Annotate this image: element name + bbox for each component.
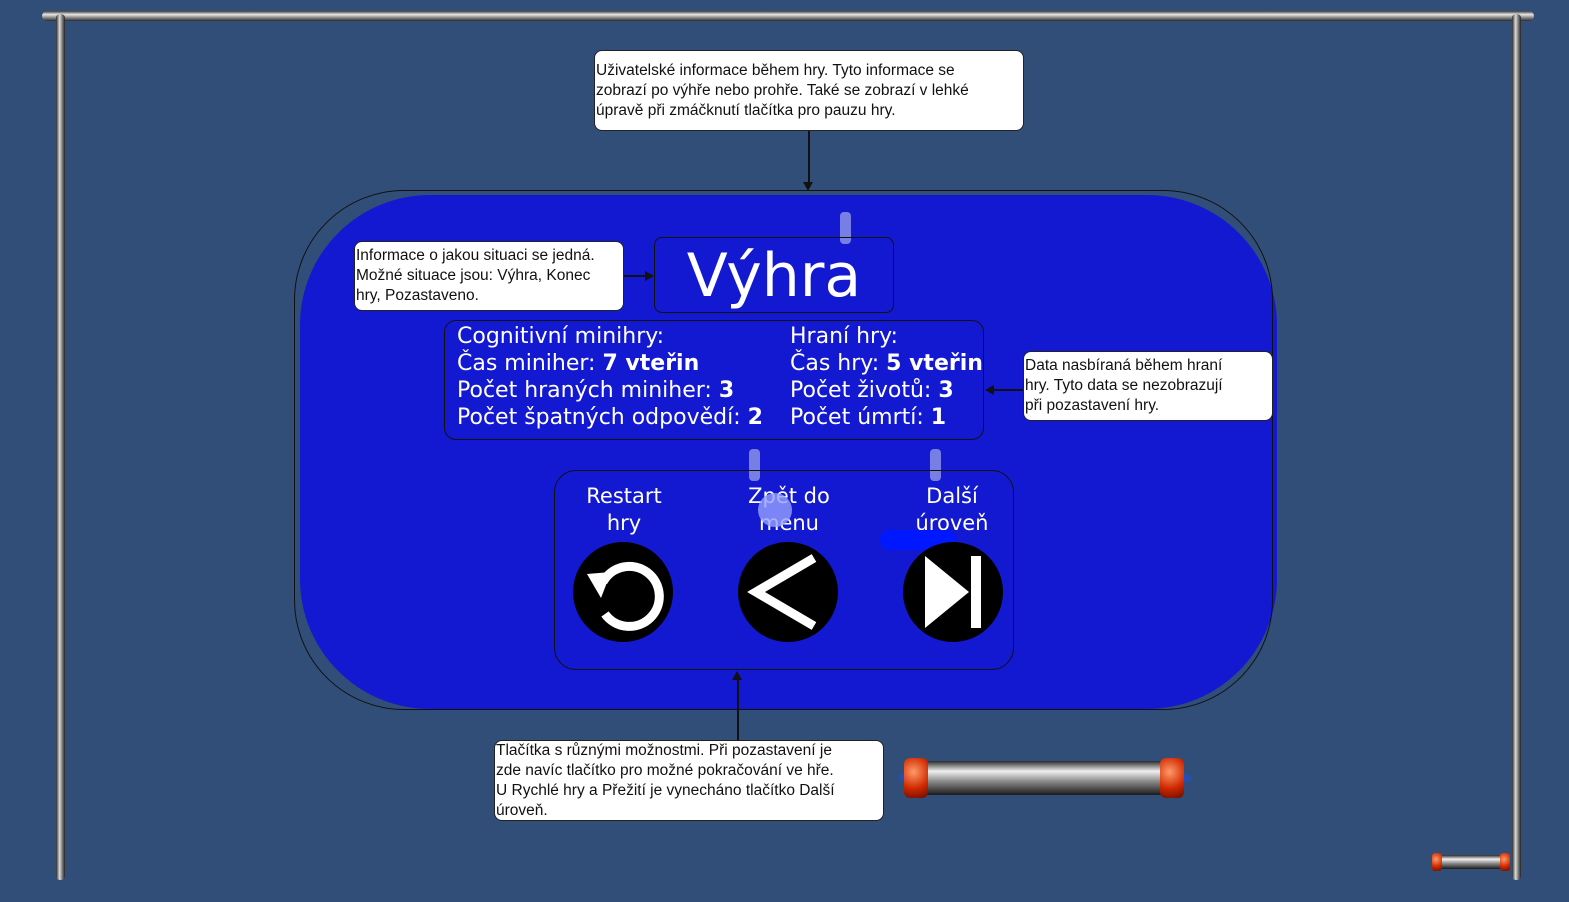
restart-icon (587, 561, 664, 631)
arrow-right-head (985, 385, 994, 395)
note-right: Data nasbíraná během hraní hry. Tyto dat… (1023, 351, 1273, 421)
stat-label: Čas miniher: (457, 351, 596, 376)
frame-pipe-top (42, 11, 1534, 21)
note-bottom-line: U Rychlé hry a Přežití je vynecháno tlač… (496, 782, 835, 799)
next-level-button[interactable] (903, 542, 1003, 642)
stat-value: 2 (747, 405, 763, 430)
status-title: Výhra (654, 237, 894, 313)
back-to-menu-button[interactable] (738, 542, 838, 642)
arrow-bottom-head (732, 671, 742, 680)
note-right-line: Data nasbíraná během hraní (1025, 357, 1223, 374)
stat-value: 5 vteřin (886, 351, 983, 376)
note-left-line: Informace o jakou situaci se jedná. (356, 247, 595, 264)
minigames-stats: Cognitivní minihry: Čas miniher: 7 vteři… (457, 323, 763, 431)
game-deaths: Počet úmrtí: 1 (790, 404, 983, 431)
skip-next-icon (925, 556, 981, 628)
minigames-heading: Cognitivní minihry: (457, 324, 665, 349)
stat-value: 7 vteřin (602, 351, 700, 376)
arrow-right (993, 389, 1023, 391)
stat-label: Čas hry: (790, 351, 880, 376)
frame-pipe-left (56, 14, 65, 880)
note-left-line: Možné situace jsou: Výhra, Konec (356, 267, 591, 284)
game-heading: Hraní hry: (790, 324, 898, 349)
note-bottom: Tlačítka s různými možnostmi. Při pozast… (494, 740, 884, 821)
arrow-top (808, 131, 810, 183)
note-right-line: hry. Tyto data se nezobrazují (1025, 377, 1223, 394)
note-top-line: zobrazí po výhře nebo prohře. Také se zo… (596, 82, 969, 99)
minigames-played: Počet hraných miniher: 3 (457, 377, 763, 404)
arrow-bottom (737, 680, 739, 740)
note-left: Informace o jakou situaci se jedná. Možn… (354, 241, 624, 311)
game-lives: Počet životů: 3 (790, 377, 983, 404)
note-bottom-line: zde navíc tlačítko pro možné pokračování… (496, 762, 834, 779)
stat-value: 3 (718, 378, 735, 403)
pipe-decoration-small (1432, 853, 1510, 871)
note-right-line: při pozastavení hry. (1025, 397, 1160, 414)
game-time: Čas hry: 5 vteřin (790, 350, 983, 377)
game-stats: Hraní hry: Čas hry: 5 vteřin Počet život… (790, 323, 983, 431)
arrow-left-head (645, 271, 654, 281)
stat-label: Počet špatných odpovědí: (457, 405, 741, 430)
stat-label: Počet životů: (790, 378, 932, 403)
label-line: Restart (586, 484, 662, 508)
label-line: hry (606, 511, 642, 535)
minigames-time: Čas miniher: 7 vteřin (457, 350, 763, 377)
label-line: Další (926, 484, 978, 508)
stat-label: Počet úmrtí: (790, 405, 924, 430)
minigames-wrong: Počet špatných odpovědí: 2 (457, 404, 763, 431)
arrow-left (624, 275, 646, 277)
restart-button[interactable] (573, 542, 673, 642)
pipe-decoration (898, 758, 1192, 798)
frame-pipe-right (1512, 14, 1521, 880)
stat-label: Počet hraných miniher: (457, 378, 712, 403)
next-label: Další úroveň (882, 483, 1022, 537)
back-arrow-icon (747, 554, 817, 630)
note-top-line: Uživatelské informace během hry. Tyto in… (596, 62, 955, 79)
note-left-line: hry, Pozastaveno. (356, 287, 479, 304)
pivot-handle[interactable] (758, 493, 792, 527)
note-bottom-line: úroveň. (496, 802, 548, 819)
note-top: Uživatelské informace během hry. Tyto in… (594, 50, 1024, 131)
note-bottom-line: Tlačítka s různými možnostmi. Při pozast… (496, 742, 832, 759)
stat-value: 1 (930, 405, 947, 430)
note-top-line: úpravě při zmáčknutí tlačítka pro pauzu … (596, 102, 896, 119)
stat-value: 3 (938, 378, 954, 403)
restart-label: Restart hry (554, 483, 694, 537)
